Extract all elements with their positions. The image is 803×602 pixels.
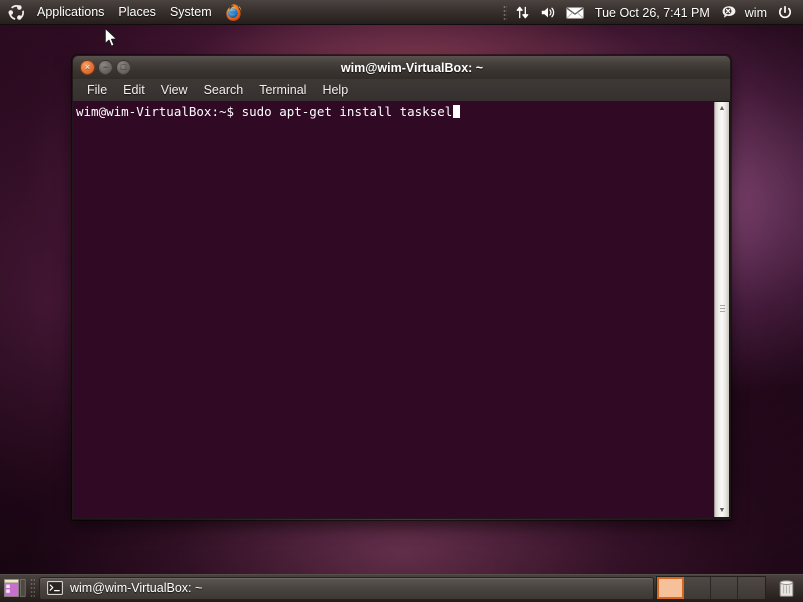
volume-speaker-icon [541,7,555,18]
taskbar-window-label: wim@wim-VirtualBox: ~ [70,581,203,595]
terminal-scrollbar[interactable]: ▲ ▼ [714,102,729,517]
mail-indicator[interactable] [561,0,589,25]
terminal-body[interactable]: wim@wim-VirtualBox:~$ sudo apt-get insta… [72,101,731,519]
bottom-panel: wim@wim-VirtualBox: ~ [0,574,803,602]
desktop-screen: Applications Places System Tue Oct 26, 7… [0,0,803,602]
minimize-window-button[interactable]: − [98,60,113,75]
menu-search[interactable]: Search [196,81,252,100]
username-label[interactable]: wim [742,6,772,20]
volume-indicator[interactable] [535,0,561,25]
network-indicator[interactable] [510,0,535,25]
workspace-switcher[interactable] [656,576,766,600]
scrollbar-track[interactable] [715,115,729,504]
network-transfer-icon [516,6,529,19]
workspace-1[interactable] [657,577,684,599]
menu-file[interactable]: File [79,81,115,100]
chat-offline-icon [722,6,736,18]
firefox-launcher[interactable] [219,0,248,25]
applications-menu[interactable]: Applications [30,2,111,23]
places-menu[interactable]: Places [111,2,163,23]
show-desktop-icon [4,579,26,597]
terminal-icon [47,581,63,595]
terminal-text-cursor [453,105,461,118]
show-desktop-button[interactable] [2,576,28,600]
top-panel: Applications Places System Tue Oct 26, 7… [0,0,803,25]
clock-indicator[interactable]: Tue Oct 26, 7:41 PM [589,6,716,20]
power-button[interactable] [772,0,798,25]
menu-view[interactable]: View [153,81,196,100]
menu-help[interactable]: Help [314,81,356,100]
scrollbar-grip[interactable] [719,305,725,314]
terminal-title-bar[interactable]: × − □ wim@wim-VirtualBox: ~ [72,55,731,79]
maximize-window-button[interactable]: □ [116,60,131,75]
workspace-3[interactable] [711,577,738,599]
trash-button[interactable] [772,576,800,600]
terminal-output-text[interactable]: wim@wim-VirtualBox:~$ sudo apt-get insta… [74,102,714,517]
workspace-4[interactable] [738,577,765,599]
ubuntu-logo-button[interactable] [3,0,30,25]
power-button-icon [779,5,791,18]
firefox-icon [226,4,241,21]
ubuntu-logo-icon [8,5,24,20]
top-panel-left-section: Applications Places System [0,0,248,25]
envelope-mail-icon [566,6,584,19]
taskbar-window-button[interactable]: wim@wim-VirtualBox: ~ [39,576,654,600]
menu-terminal[interactable]: Terminal [251,81,314,100]
menu-edit[interactable]: Edit [115,81,153,100]
bottom-panel-separator [30,578,35,598]
close-window-button[interactable]: × [80,60,95,75]
panel-separator [502,4,507,21]
top-panel-right-section: Tue Oct 26, 7:41 PM wim [500,0,803,25]
status-indicator[interactable] [716,0,742,25]
terminal-window[interactable]: × − □ wim@wim-VirtualBox: ~ File Edit Vi… [72,55,731,520]
system-menu[interactable]: System [163,2,219,23]
terminal-menu-bar: File Edit View Search Terminal Help [72,79,731,101]
window-title: wim@wim-VirtualBox: ~ [340,60,484,75]
scroll-down-arrow-icon[interactable]: ▼ [716,504,729,517]
trash-can-icon [779,580,793,597]
workspace-2[interactable] [684,577,711,599]
scroll-up-arrow-icon[interactable]: ▲ [716,102,729,115]
